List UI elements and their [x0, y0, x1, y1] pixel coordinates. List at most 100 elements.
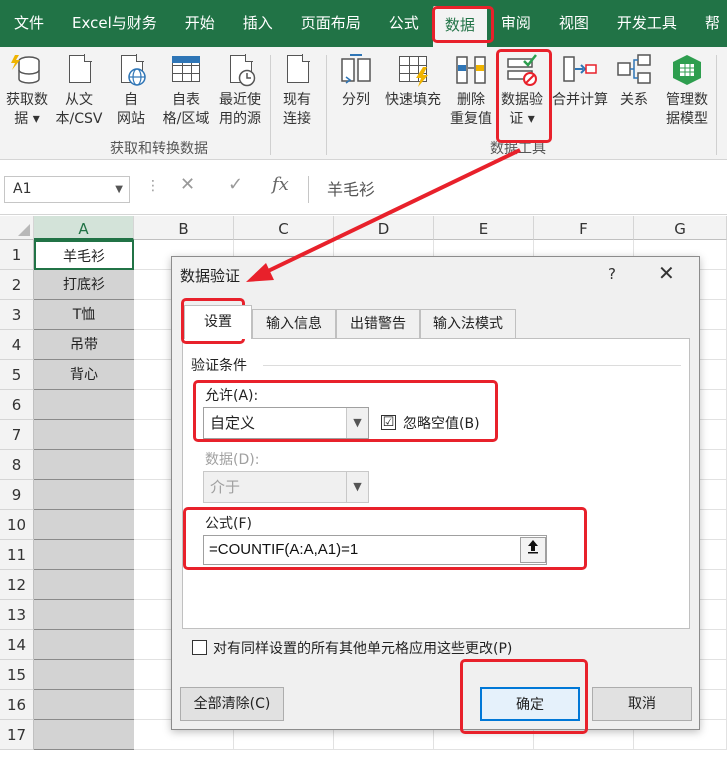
relationships-icon — [616, 53, 652, 87]
table-cell[interactable] — [34, 450, 134, 480]
row-header[interactable]: 5 — [0, 360, 34, 390]
split-columns-icon — [338, 53, 374, 87]
highlight-allow-section — [193, 380, 498, 442]
validation-criteria-label: 验证条件 — [191, 358, 247, 374]
tab-help[interactable]: 帮 — [691, 0, 727, 47]
chevron-down-icon: ▼ — [346, 472, 368, 502]
table-cell[interactable] — [34, 660, 134, 690]
tab-review[interactable]: 审阅 — [487, 0, 545, 47]
formula-input[interactable]: 羊毛衫 — [308, 176, 727, 203]
formula-bar: A1 ▼ ⋮ ✕ ✓ fx 羊毛衫 — [0, 160, 727, 215]
tab-settings[interactable]: 设置 — [184, 305, 252, 339]
tab-developer[interactable]: 开发工具 — [603, 0, 691, 47]
row-header[interactable]: 15 — [0, 660, 34, 690]
table-cell[interactable] — [34, 720, 134, 750]
name-box[interactable]: A1 ▼ — [4, 176, 130, 203]
tab-excel-finance[interactable]: Excel与财务 — [58, 0, 171, 47]
tab-formulas[interactable]: 公式 — [375, 0, 433, 47]
close-icon[interactable]: ✕ — [658, 261, 675, 285]
cancel-icon[interactable]: ✕ — [180, 174, 195, 195]
ribbon-separator — [270, 55, 271, 155]
ribbon-separator — [326, 55, 327, 155]
table-cell[interactable] — [34, 570, 134, 600]
from-table-range-button[interactable]: 自表 格/区域 — [158, 53, 214, 129]
tab-error-alert[interactable]: 出错警告 — [336, 309, 420, 338]
apply-all-checkbox[interactable] — [192, 640, 207, 655]
get-data-button[interactable]: 获取数 据 ▾ — [2, 53, 52, 129]
chevron-down-icon[interactable]: ▼ — [115, 177, 123, 202]
recent-sources-button[interactable]: 最近使 用的源 — [214, 53, 266, 129]
row-header[interactable]: 8 — [0, 450, 34, 480]
table-cell[interactable]: 背心 — [34, 360, 134, 390]
tab-view[interactable]: 视图 — [545, 0, 603, 47]
active-cell[interactable]: 羊毛衫 — [34, 240, 134, 270]
row-header[interactable]: 11 — [0, 540, 34, 570]
row-header[interactable]: 4 — [0, 330, 34, 360]
table-cell[interactable] — [34, 600, 134, 630]
connection-file-icon — [279, 53, 315, 87]
help-button[interactable]: ? — [608, 265, 616, 283]
table-cell[interactable] — [34, 420, 134, 450]
tab-page-layout[interactable]: 页面布局 — [287, 0, 375, 47]
row-header[interactable]: 12 — [0, 570, 34, 600]
row-header[interactable]: 14 — [0, 630, 34, 660]
text-to-columns-button[interactable]: 分列 — [334, 53, 378, 110]
from-text-csv-button[interactable]: 从文 本/CSV — [54, 53, 104, 129]
table-icon — [168, 53, 204, 87]
consolidate-icon — [562, 53, 598, 87]
highlight-ok-button — [460, 659, 588, 734]
flash-fill-button[interactable]: 快速填充 — [382, 53, 444, 110]
relationships-button[interactable]: 关系 — [614, 53, 654, 110]
column-header-c[interactable]: C — [234, 216, 334, 240]
row-header[interactable]: 17 — [0, 720, 34, 750]
table-cell[interactable] — [34, 540, 134, 570]
table-cell[interactable]: T恤 — [34, 300, 134, 330]
column-header-a[interactable]: A — [34, 216, 134, 240]
highlight-data-validation-button — [496, 49, 552, 143]
manage-data-model-button[interactable]: 管理数 据模型 — [660, 53, 714, 129]
table-cell[interactable] — [34, 480, 134, 510]
enter-icon[interactable]: ✓ — [228, 174, 243, 195]
clear-all-button[interactable]: 全部清除(C) — [180, 687, 284, 721]
row-header[interactable]: 3 — [0, 300, 34, 330]
row-header[interactable]: 7 — [0, 420, 34, 450]
table-cell[interactable]: 打底衫 — [34, 270, 134, 300]
tab-input-message[interactable]: 输入信息 — [252, 309, 336, 338]
table-cell[interactable] — [34, 390, 134, 420]
row-header[interactable]: 10 — [0, 510, 34, 540]
row-header[interactable]: 16 — [0, 690, 34, 720]
row-header[interactable]: 9 — [0, 480, 34, 510]
group-label-get-transform: 获取和转换数据 — [110, 141, 208, 157]
more-vertical-icon: ⋮ — [146, 178, 160, 194]
existing-connections-button[interactable]: 现有 连接 — [274, 53, 320, 129]
row-header[interactable]: 6 — [0, 390, 34, 420]
column-header-f[interactable]: F — [534, 216, 634, 240]
table-cell[interactable] — [34, 690, 134, 720]
table-cell[interactable]: 吊带 — [34, 330, 134, 360]
row-header[interactable]: 1 — [0, 240, 34, 270]
tab-insert[interactable]: 插入 — [229, 0, 287, 47]
column-header-g[interactable]: G — [634, 216, 727, 240]
tab-ime-mode[interactable]: 输入法模式 — [420, 309, 516, 338]
section-divider — [263, 365, 681, 366]
apply-all-label: 对有同样设置的所有其他单元格应用这些更改(P) — [213, 641, 513, 657]
column-header-b[interactable]: B — [134, 216, 234, 240]
select-all-corner[interactable] — [0, 216, 34, 240]
cancel-button[interactable]: 取消 — [592, 687, 692, 721]
tab-home[interactable]: 开始 — [171, 0, 229, 47]
column-header-d[interactable]: D — [334, 216, 434, 240]
tab-file[interactable]: 文件 — [0, 0, 58, 47]
table-cell[interactable] — [34, 630, 134, 660]
ribbon-separator — [716, 55, 717, 155]
highlight-data-tab — [432, 6, 494, 43]
column-header-e[interactable]: E — [434, 216, 534, 240]
consolidate-button[interactable]: 合并计算 — [550, 53, 610, 110]
row-header[interactable]: 13 — [0, 600, 34, 630]
insert-function-icon[interactable]: fx — [272, 174, 289, 195]
table-cell[interactable] — [34, 510, 134, 540]
data-model-icon — [669, 53, 705, 87]
row-header[interactable]: 2 — [0, 270, 34, 300]
ribbon-data: 获取数 据 ▾ 从文 本/CSV 自 网站 自表 格/区域 最近使 用的源 现有… — [0, 47, 727, 160]
remove-duplicates-button[interactable]: 删除 重复值 — [446, 53, 496, 129]
from-web-button[interactable]: 自 网站 — [108, 53, 154, 129]
